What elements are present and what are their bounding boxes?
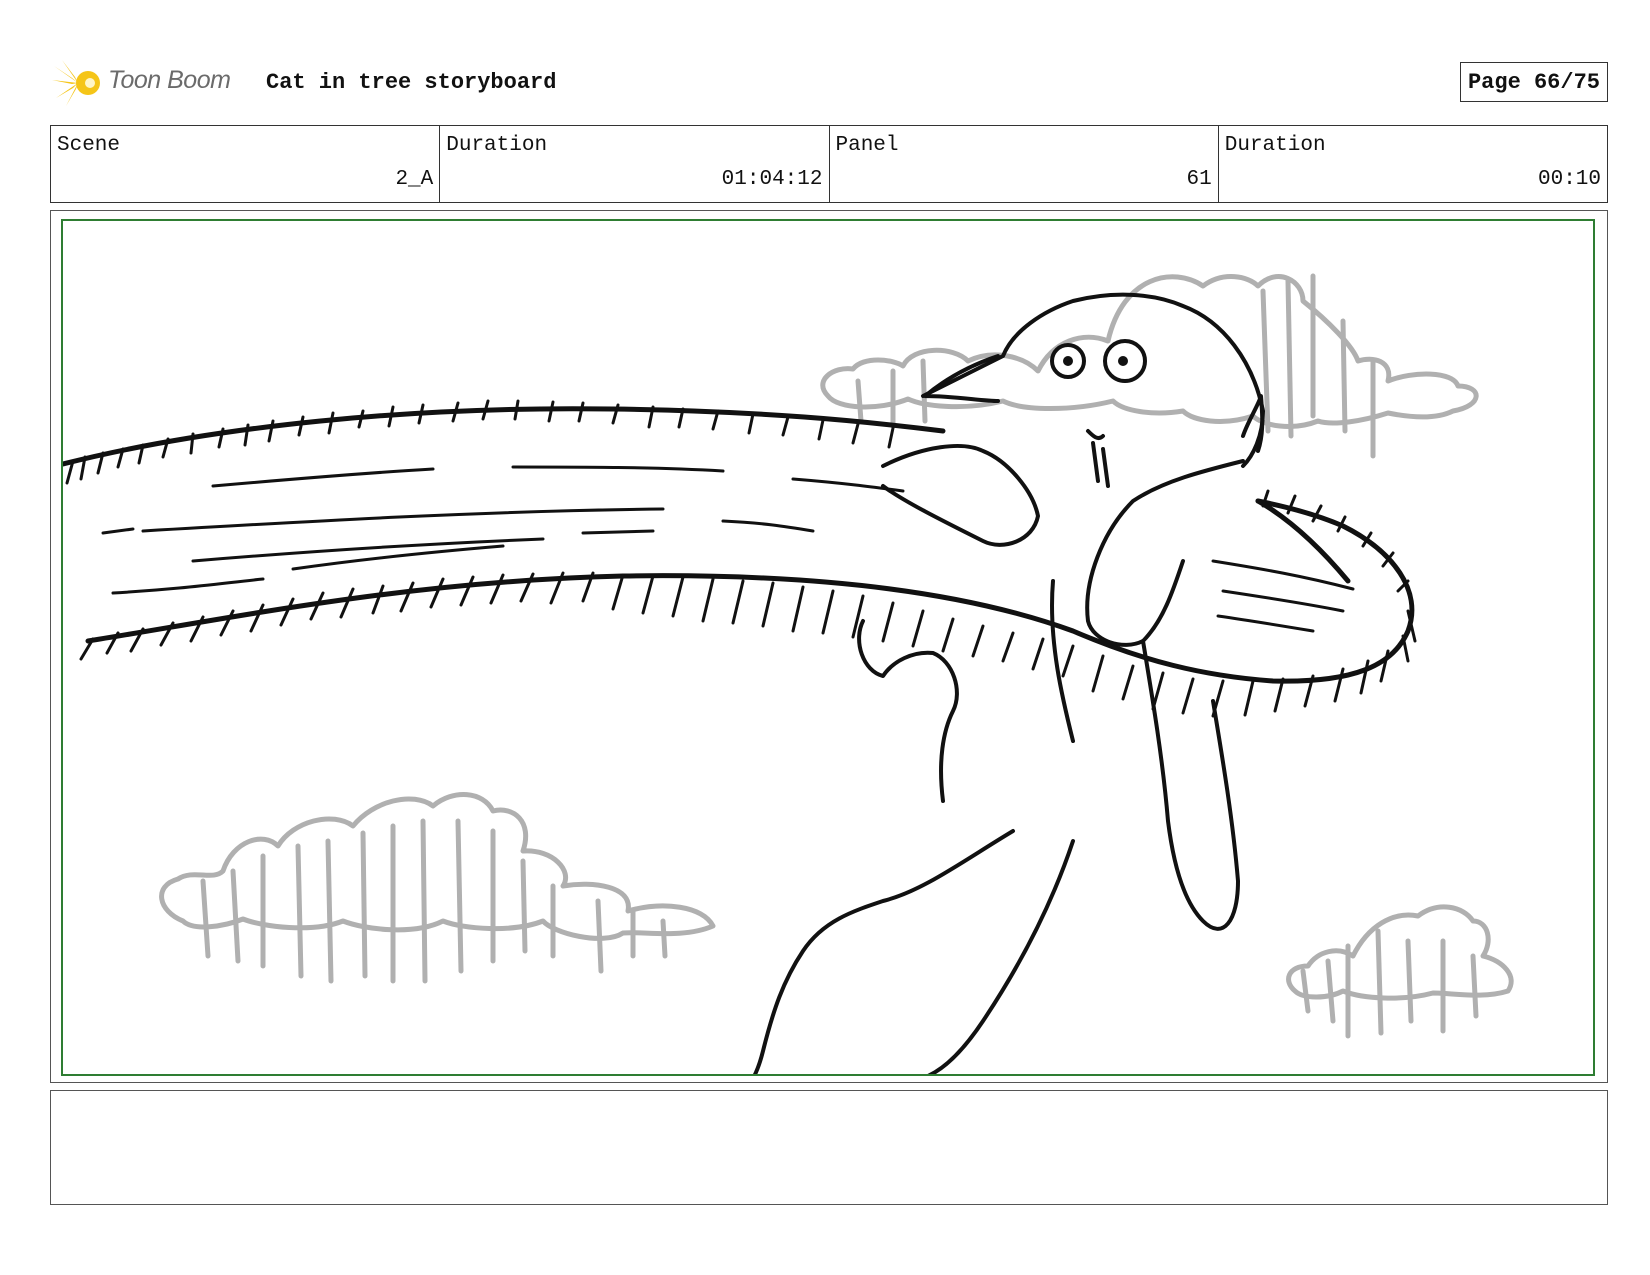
branch-top-edge bbox=[63, 406, 946, 467]
scene-duration-value: 01:04:12 bbox=[721, 168, 823, 191]
toon-boom-star-icon bbox=[52, 60, 100, 106]
cat-head bbox=[921, 292, 1265, 468]
cloud-bottom-right-hatch bbox=[1300, 928, 1479, 1039]
cloud-bottom-left bbox=[159, 792, 716, 941]
panel-duration-label: Duration bbox=[1224, 134, 1326, 157]
scene-cell: Scene 2_A bbox=[51, 126, 441, 202]
storyboard-panel bbox=[50, 210, 1608, 1083]
panel-value: 61 bbox=[1186, 168, 1212, 191]
toon-boom-logo: Toon Boom bbox=[52, 56, 252, 108]
cat-ear-right bbox=[1241, 394, 1265, 453]
panel-label: Panel bbox=[835, 134, 899, 157]
tree-branch bbox=[63, 406, 1415, 684]
cat-leg-left bbox=[857, 619, 959, 803]
cloud-top-right bbox=[820, 274, 1479, 429]
safe-frame bbox=[61, 219, 1595, 1076]
cloud-bottom-right bbox=[1286, 904, 1514, 1001]
branch-bottom-edge bbox=[85, 498, 1415, 684]
scene-duration-cell: Duration 01:04:12 bbox=[440, 126, 830, 202]
document-title: Cat in tree storyboard bbox=[266, 70, 557, 95]
scene-duration-label: Duration bbox=[446, 134, 548, 157]
panel-info-table: Scene 2_A Duration 01:04:12 Panel 61 Dur… bbox=[50, 125, 1608, 203]
cat-tail bbox=[752, 829, 1015, 1074]
page-number: Page 66/75 bbox=[1459, 62, 1608, 102]
cloud-bottom-left-hatch bbox=[200, 818, 668, 984]
panel-sketch bbox=[63, 273, 1514, 1074]
cat-mouth bbox=[1091, 441, 1110, 488]
scene-label: Scene bbox=[57, 134, 121, 157]
header: Toon Boom Cat in tree storyboard Page 66… bbox=[52, 56, 1608, 108]
scene-value: 2_A bbox=[395, 168, 434, 191]
cat-nose bbox=[1086, 429, 1105, 441]
panel-cell: Panel 61 bbox=[830, 126, 1219, 202]
branch-grass-bottom bbox=[79, 489, 1417, 718]
cat-arm-left bbox=[881, 444, 1040, 547]
panel-duration-cell: Duration 00:10 bbox=[1219, 126, 1607, 202]
cat-tail-lower bbox=[927, 839, 1075, 1074]
panel-notes bbox=[50, 1090, 1608, 1205]
panel-duration-value: 00:10 bbox=[1537, 168, 1601, 191]
logo-text: Toon Boom bbox=[108, 66, 231, 94]
